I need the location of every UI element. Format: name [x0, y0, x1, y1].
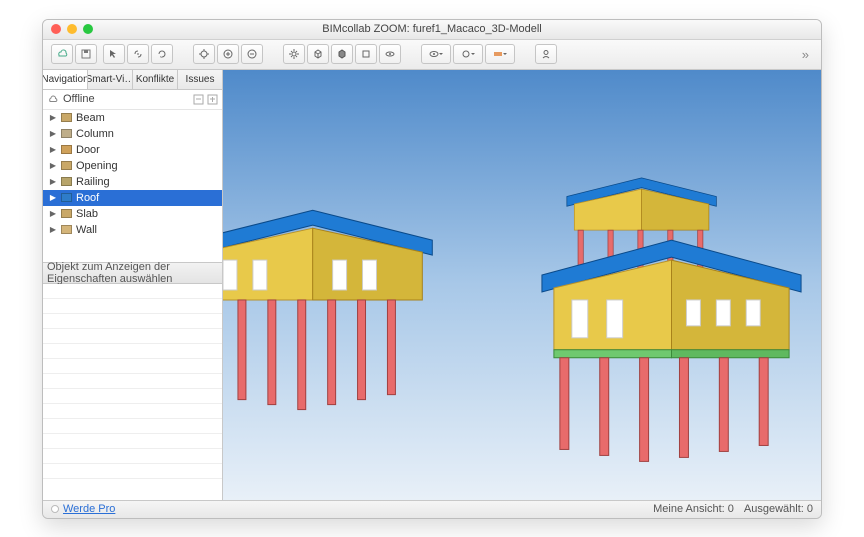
prop-row [43, 464, 222, 479]
light-button[interactable] [283, 44, 305, 64]
sync-button[interactable] [151, 44, 173, 64]
prop-row [43, 359, 222, 374]
disclosure-triangle-icon: ▶ [49, 113, 57, 122]
connection-row: Offline [43, 90, 222, 110]
status-dot-icon [51, 505, 59, 513]
category-icon [61, 113, 72, 122]
selected-count: Ausgewählt: 0 [744, 503, 813, 515]
prop-row [43, 374, 222, 389]
orbit-button[interactable] [379, 44, 401, 64]
category-icon [61, 225, 72, 234]
maximize-icon[interactable] [83, 24, 93, 34]
tab-konflikte[interactable]: Konflikte [133, 70, 178, 89]
tree-item-beam[interactable]: ▶ Beam [43, 110, 222, 126]
category-icon [61, 209, 72, 218]
overflow-icon[interactable]: » [802, 47, 813, 62]
app-window: BIMcollab ZOOM: furef1_Macaco_3D-Modell [42, 19, 822, 519]
user-button[interactable] [535, 44, 557, 64]
prop-row [43, 449, 222, 464]
cloud-button[interactable] [51, 44, 73, 64]
category-icon [61, 177, 72, 186]
tree-item-label: Railing [76, 176, 110, 188]
tab-smartviews[interactable]: Smart-Vi… [88, 70, 133, 89]
tree-item-label: Door [76, 144, 100, 156]
prop-row [43, 284, 222, 299]
titlebar: BIMcollab ZOOM: furef1_Macaco_3D-Modell [43, 20, 821, 40]
tree-item-wall[interactable]: ▶ Wall [43, 222, 222, 238]
layers-dropdown[interactable] [485, 44, 515, 64]
upgrade-link[interactable]: Werde Pro [63, 503, 115, 515]
minimize-icon[interactable] [67, 24, 77, 34]
properties-placeholder: Objekt zum Anzeigen der Eigenschaften au… [47, 261, 218, 285]
tree-collapse-icon[interactable] [193, 94, 204, 105]
disclosure-triangle-icon: ▶ [49, 129, 57, 138]
tab-navigation[interactable]: Navigation [43, 70, 88, 89]
tree-item-label: Beam [76, 112, 105, 124]
sidebar: Navigation Smart-Vi… Konflikte Issues Of… [43, 70, 223, 500]
properties-grid [43, 284, 222, 500]
disclosure-triangle-icon: ▶ [49, 225, 57, 234]
close-icon[interactable] [51, 24, 61, 34]
tree-item-label: Column [76, 128, 114, 140]
window-title: BIMcollab ZOOM: furef1_Macaco_3D-Modell [43, 23, 821, 35]
tree-item-roof[interactable]: ▶ Roof [43, 190, 222, 206]
tree-item-label: Wall [76, 224, 97, 236]
save-button[interactable] [75, 44, 97, 64]
prop-row [43, 389, 222, 404]
tree-item-door[interactable]: ▶ Door [43, 142, 222, 158]
tree-item-label: Opening [76, 160, 118, 172]
category-icon [61, 193, 72, 202]
view-count: Meine Ansicht: 0 [653, 503, 734, 515]
link-button[interactable] [127, 44, 149, 64]
style-dropdown[interactable] [453, 44, 483, 64]
tree-expand-icon[interactable] [207, 94, 218, 105]
body: Navigation Smart-Vi… Konflikte Issues Of… [43, 70, 821, 500]
tab-issues[interactable]: Issues [178, 70, 222, 89]
disclosure-triangle-icon: ▶ [49, 193, 57, 202]
disclosure-triangle-icon: ▶ [49, 145, 57, 154]
prop-row [43, 329, 222, 344]
wireframe-button[interactable] [307, 44, 329, 64]
disclosure-triangle-icon: ▶ [49, 177, 57, 186]
connection-label: Offline [63, 93, 95, 105]
box-button[interactable] [355, 44, 377, 64]
tree-item-opening[interactable]: ▶ Opening [43, 158, 222, 174]
prop-row [43, 419, 222, 434]
window-controls [43, 24, 93, 34]
tree-item-label: Slab [76, 208, 98, 220]
fit-button[interactable] [193, 44, 215, 64]
category-icon [61, 161, 72, 170]
shaded-button[interactable] [331, 44, 353, 64]
prop-row [43, 404, 222, 419]
model-tree: ▶ Beam▶ Column▶ Door▶ Opening▶ Railing▶ … [43, 110, 222, 238]
tree-item-railing[interactable]: ▶ Railing [43, 174, 222, 190]
statusbar: Werde Pro Meine Ansicht: 0 Ausgewählt: 0 [43, 500, 821, 518]
zoom-out-button[interactable] [241, 44, 263, 64]
category-icon [61, 129, 72, 138]
tree-item-slab[interactable]: ▶ Slab [43, 206, 222, 222]
sidebar-tabs: Navigation Smart-Vi… Konflikte Issues [43, 70, 222, 90]
3d-viewport[interactable] [223, 70, 821, 500]
tree-item-column[interactable]: ▶ Column [43, 126, 222, 142]
visibility-dropdown[interactable] [421, 44, 451, 64]
prop-row [43, 434, 222, 449]
toolbar: » [43, 40, 821, 70]
cursor-button[interactable] [103, 44, 125, 64]
disclosure-triangle-icon: ▶ [49, 161, 57, 170]
prop-row [43, 344, 222, 359]
tree-item-label: Roof [76, 192, 99, 204]
prop-row [43, 299, 222, 314]
cloud-icon [47, 95, 59, 104]
category-icon [61, 145, 72, 154]
prop-row [43, 314, 222, 329]
zoom-in-button[interactable] [217, 44, 239, 64]
disclosure-triangle-icon: ▶ [49, 209, 57, 218]
properties-header: Objekt zum Anzeigen der Eigenschaften au… [43, 262, 222, 284]
